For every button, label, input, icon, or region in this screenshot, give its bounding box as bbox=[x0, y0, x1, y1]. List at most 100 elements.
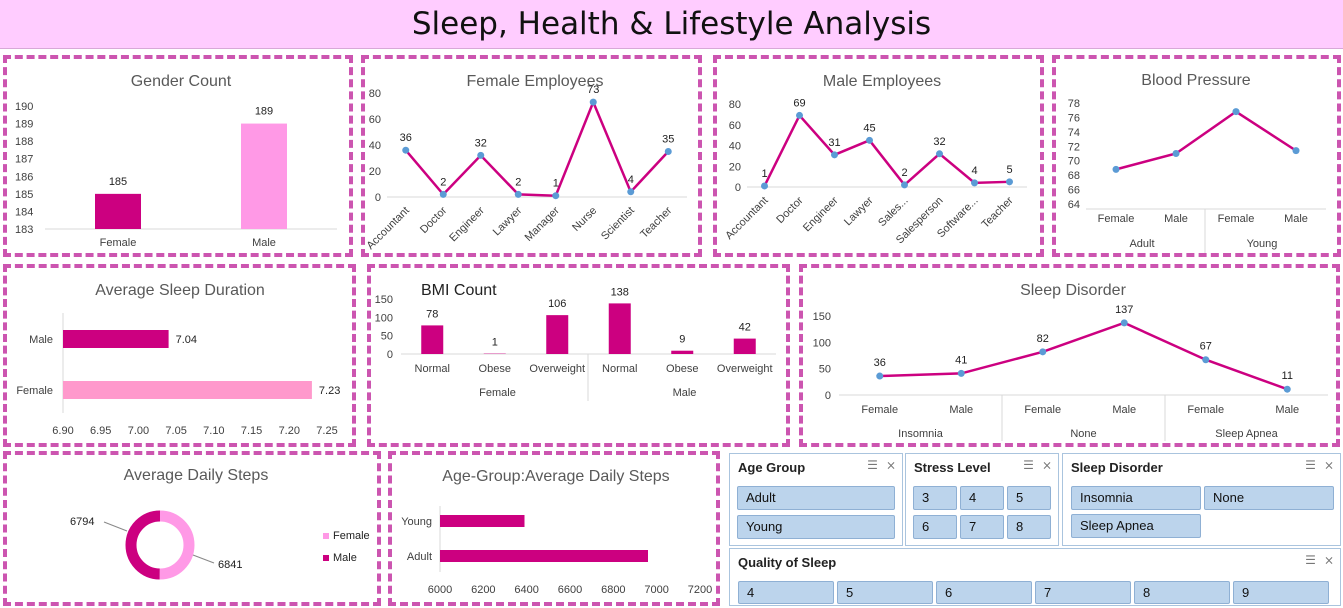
x-tick-label: 7200 bbox=[688, 584, 712, 596]
data-point bbox=[402, 146, 410, 154]
group-label: None bbox=[1070, 428, 1096, 440]
x-tick-label: 7.00 bbox=[128, 425, 149, 437]
bar bbox=[63, 381, 312, 399]
chart-title: Sleep Disorder bbox=[1020, 282, 1127, 299]
x-tick-label: Engineer bbox=[447, 204, 487, 244]
slicer-item-adult[interactable]: Adult bbox=[737, 486, 895, 510]
data-label: 2 bbox=[901, 167, 907, 179]
x-tick-label: 6600 bbox=[558, 584, 582, 596]
panel-age-steps: Age-Group:Average Daily Steps 6000 6200 640… bbox=[388, 451, 720, 606]
x-tick-label: 7000 bbox=[644, 584, 668, 596]
bar bbox=[546, 315, 569, 354]
data-point bbox=[1232, 108, 1240, 116]
y-tick-label: 50 bbox=[381, 331, 393, 343]
x-tick-label: Male bbox=[949, 404, 973, 416]
slicer-item-quality-5[interactable]: 5 bbox=[837, 581, 933, 604]
slicer-sleep-disorder: Sleep Disorder ☰ ⨯ Insomnia None Sleep Ap… bbox=[1062, 453, 1341, 546]
data-point bbox=[1006, 178, 1013, 186]
data-point bbox=[514, 190, 522, 198]
slicer-item-quality-8[interactable]: 8 bbox=[1134, 581, 1230, 604]
y-tick-label: 20 bbox=[369, 166, 381, 178]
slicer-age-group: Age Group ☰ ⨯ Adult Young bbox=[729, 453, 903, 546]
slicer-item-young[interactable]: Young bbox=[737, 515, 895, 539]
y-tick-label: 50 bbox=[819, 364, 831, 376]
y-tick-label: 60 bbox=[369, 114, 381, 126]
clear-filter-icon[interactable]: ⨯ bbox=[1042, 458, 1052, 472]
data-point bbox=[664, 148, 672, 155]
data-label: 73 bbox=[587, 84, 599, 96]
slicer-item-stress-3[interactable]: 3 bbox=[913, 486, 957, 510]
data-point bbox=[439, 190, 447, 198]
slicer-stress-level-title: Stress Level bbox=[914, 460, 991, 475]
multi-select-icon[interactable]: ☰ bbox=[867, 458, 878, 472]
data-point bbox=[901, 181, 908, 189]
x-tick-label: Engineer bbox=[801, 194, 841, 234]
x-tick-label: 7.25 bbox=[316, 425, 337, 437]
x-tick-label: Obese bbox=[479, 363, 511, 375]
panel-avg-sleep: Average Sleep Duration 6.90 6.95 7.00 7.05 7.… bbox=[3, 264, 356, 447]
data-point bbox=[761, 182, 768, 190]
x-tick-label: Teacher bbox=[638, 204, 674, 240]
slicer-item-quality-4[interactable]: 4 bbox=[738, 581, 834, 604]
multi-select-icon[interactable]: ☰ bbox=[1305, 553, 1316, 567]
clear-filter-icon[interactable]: ⨯ bbox=[1324, 458, 1334, 472]
data-point bbox=[957, 369, 965, 377]
x-tick-label: Male bbox=[1284, 213, 1308, 225]
slicer-item-insomnia[interactable]: Insomnia bbox=[1071, 486, 1201, 510]
slicer-item-stress-8[interactable]: 8 bbox=[1007, 515, 1051, 539]
data-label: 11 bbox=[1282, 370, 1293, 382]
slicer-item-quality-7[interactable]: 7 bbox=[1035, 581, 1131, 604]
slicer-item-stress-4[interactable]: 4 bbox=[960, 486, 1004, 510]
clear-filter-icon[interactable]: ⨯ bbox=[886, 458, 896, 472]
group-label: Insomnia bbox=[898, 428, 944, 440]
slicer-item-stress-5[interactable]: 5 bbox=[1007, 486, 1051, 510]
slicer-item-sleep-apnea[interactable]: Sleep Apnea bbox=[1071, 514, 1201, 538]
y-tick-label: Adult bbox=[407, 551, 432, 563]
x-tick-label: Female bbox=[1187, 404, 1224, 416]
slicer-item-none[interactable]: None bbox=[1204, 486, 1334, 510]
x-tick-label: Male bbox=[1164, 213, 1188, 225]
x-tick-label: 6800 bbox=[601, 584, 625, 596]
data-point bbox=[971, 179, 978, 187]
data-label: 36 bbox=[400, 132, 412, 144]
slicer-item-stress-7[interactable]: 7 bbox=[960, 515, 1004, 539]
y-tick-label: Male bbox=[29, 334, 53, 346]
x-tick-label: Accountant bbox=[365, 205, 412, 252]
donut-slice bbox=[159, 510, 195, 580]
data-label: 137 bbox=[1115, 304, 1133, 316]
dashboard-title: Sleep, Health & Lifestyle Analysis bbox=[411, 6, 932, 42]
x-tick-label: Female bbox=[1024, 404, 1061, 416]
clear-filter-icon[interactable]: ⨯ bbox=[1324, 553, 1334, 567]
y-tick-label: 70 bbox=[1068, 156, 1080, 168]
data-label: 1 bbox=[761, 168, 767, 180]
chart-title: Gender Count bbox=[131, 73, 232, 90]
bar bbox=[421, 325, 444, 354]
bar bbox=[241, 123, 287, 229]
slicer-item-quality-6[interactable]: 6 bbox=[936, 581, 1032, 604]
y-tick-label: 186 bbox=[15, 171, 33, 183]
y-tick-label: 0 bbox=[735, 182, 741, 194]
bar bbox=[608, 303, 631, 354]
data-label: 45 bbox=[863, 122, 875, 134]
x-tick-label: 6.95 bbox=[90, 425, 111, 437]
slicer-item-stress-6[interactable]: 6 bbox=[913, 515, 957, 539]
multi-select-icon[interactable]: ☰ bbox=[1305, 458, 1316, 472]
x-tick-label: Obese bbox=[666, 363, 698, 375]
slicer-quality-of-sleep: Quality of Sleep ☰ ⨯ 4 5 6 7 8 9 bbox=[729, 548, 1341, 606]
y-tick-label: 76 bbox=[1068, 112, 1080, 124]
x-tick-label: Male bbox=[1112, 404, 1136, 416]
panel-gender-count: Gender Count 183 184 185 186 187 188 189 190 185 F… bbox=[3, 55, 353, 257]
x-tick-label: 7.10 bbox=[203, 425, 224, 437]
multi-select-icon[interactable]: ☰ bbox=[1023, 458, 1034, 472]
y-tick-label: 66 bbox=[1068, 185, 1080, 197]
y-tick-label: 40 bbox=[369, 140, 381, 152]
x-tick-label: Teacher bbox=[979, 194, 1015, 230]
slicer-item-quality-9[interactable]: 9 bbox=[1233, 581, 1329, 604]
bar bbox=[440, 550, 648, 562]
panel-female-employees: Female Employees 0 20 40 60 80 36 Accountant 2 Do… bbox=[361, 55, 702, 257]
panel-avg-steps: Average Daily Steps 6841 6794 Female Male bbox=[3, 451, 381, 606]
x-tick-label: Overweight bbox=[529, 363, 585, 375]
legend-swatch bbox=[323, 533, 329, 539]
y-tick-label: 72 bbox=[1068, 141, 1080, 153]
data-point bbox=[1292, 147, 1300, 155]
